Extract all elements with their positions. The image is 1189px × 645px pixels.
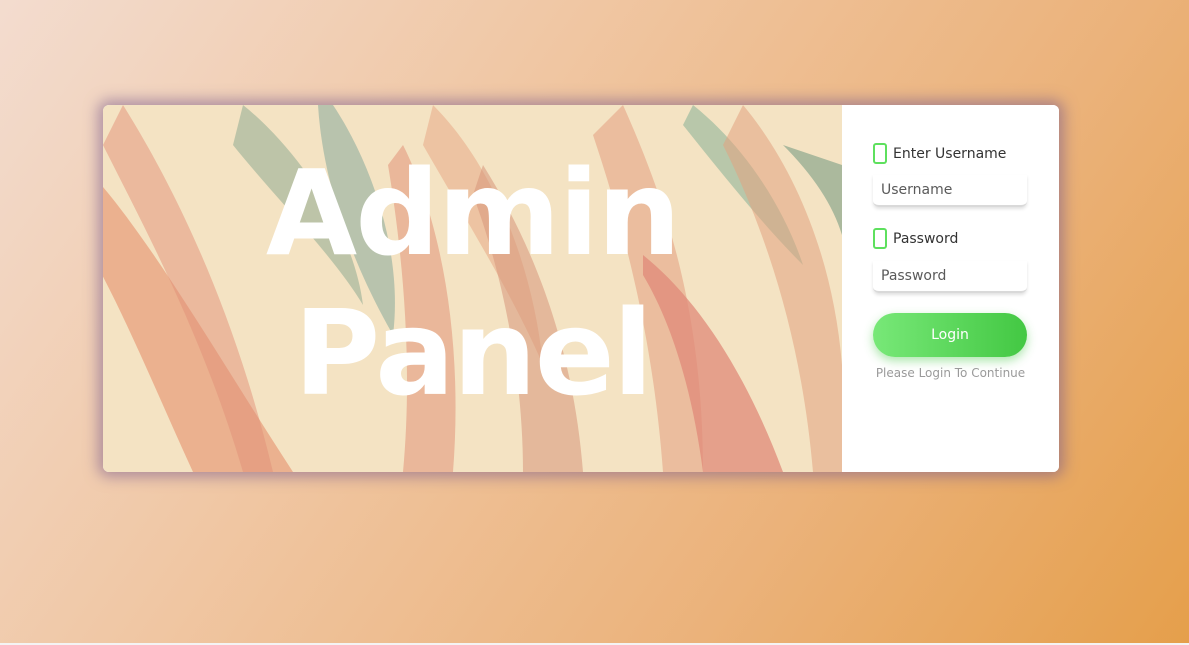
username-label: Enter Username — [893, 145, 1007, 162]
username-checkbox-icon[interactable] — [873, 143, 887, 164]
username-label-row: Enter Username — [873, 143, 1006, 164]
login-card: Admin Panel Enter Username Password Logi… — [103, 105, 1059, 472]
login-button[interactable]: Login — [873, 313, 1027, 357]
password-label: Password — [893, 230, 959, 247]
password-input[interactable] — [873, 261, 1027, 293]
username-input[interactable] — [873, 175, 1027, 207]
hero-title: Admin Panel — [103, 143, 842, 423]
hero-panel: Admin Panel — [103, 105, 842, 472]
hero-title-line-1: Admin — [265, 144, 681, 282]
hero-title-line-2: Panel — [293, 284, 653, 422]
password-label-row: Password — [873, 228, 958, 249]
login-form: Enter Username Password Login Please Log… — [842, 105, 1059, 472]
login-hint: Please Login To Continue — [875, 366, 1026, 380]
password-checkbox-icon[interactable] — [873, 228, 887, 249]
